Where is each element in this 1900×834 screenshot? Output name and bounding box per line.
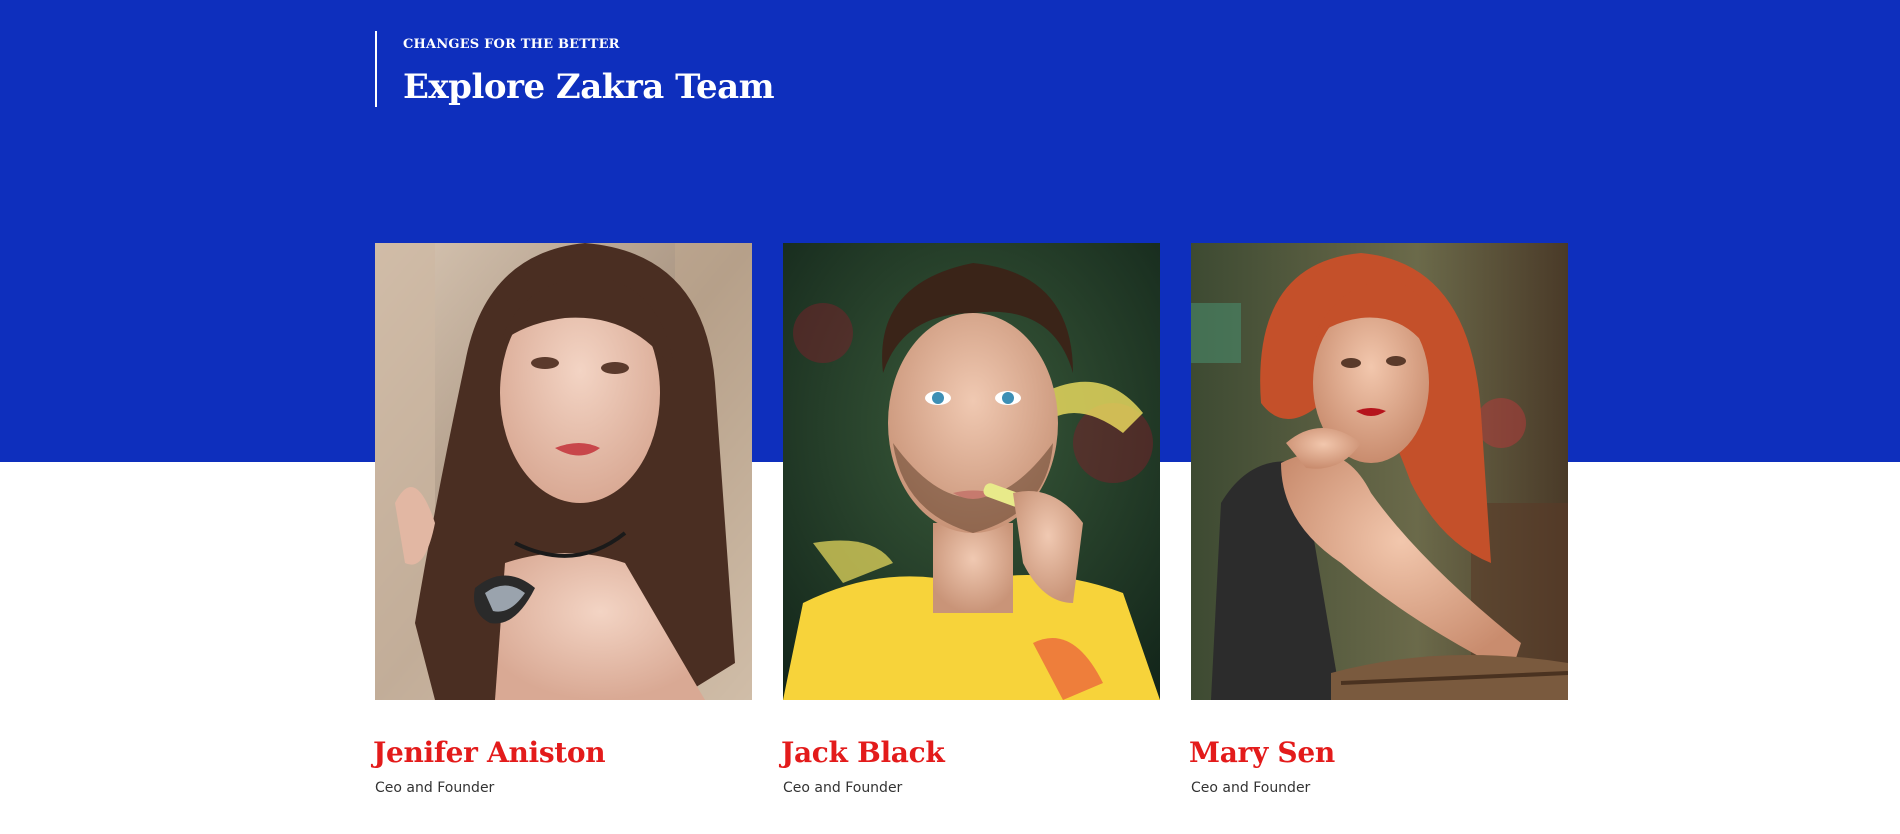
section-heading: CHANGES FOR THE BETTER Explore Zakra Tea… (375, 31, 775, 107)
team-card: Mary Sen Ceo and Founder (1189, 243, 1568, 797)
team-member-photo (783, 243, 1160, 700)
team-member-role: Ceo and Founder (375, 780, 495, 796)
team-card: Jack Black Ceo and Founder (781, 243, 1160, 797)
team-member-role: Ceo and Founder (783, 780, 903, 796)
team-card: Jenifer Aniston Ceo and Founder (373, 243, 752, 797)
team-member-name[interactable]: Jack Black (781, 736, 1160, 770)
team-section: CHANGES FOR THE BETTER Explore Zakra Tea… (0, 0, 1900, 834)
section-title: Explore Zakra Team (403, 67, 775, 107)
team-member-role: Ceo and Founder (1191, 780, 1311, 796)
team-member-photo (1191, 243, 1568, 700)
team-member-name[interactable]: Jenifer Aniston (373, 736, 752, 770)
team-member-photo (375, 243, 752, 700)
team-member-name[interactable]: Mary Sen (1189, 736, 1568, 770)
section-eyebrow: CHANGES FOR THE BETTER (403, 37, 620, 52)
